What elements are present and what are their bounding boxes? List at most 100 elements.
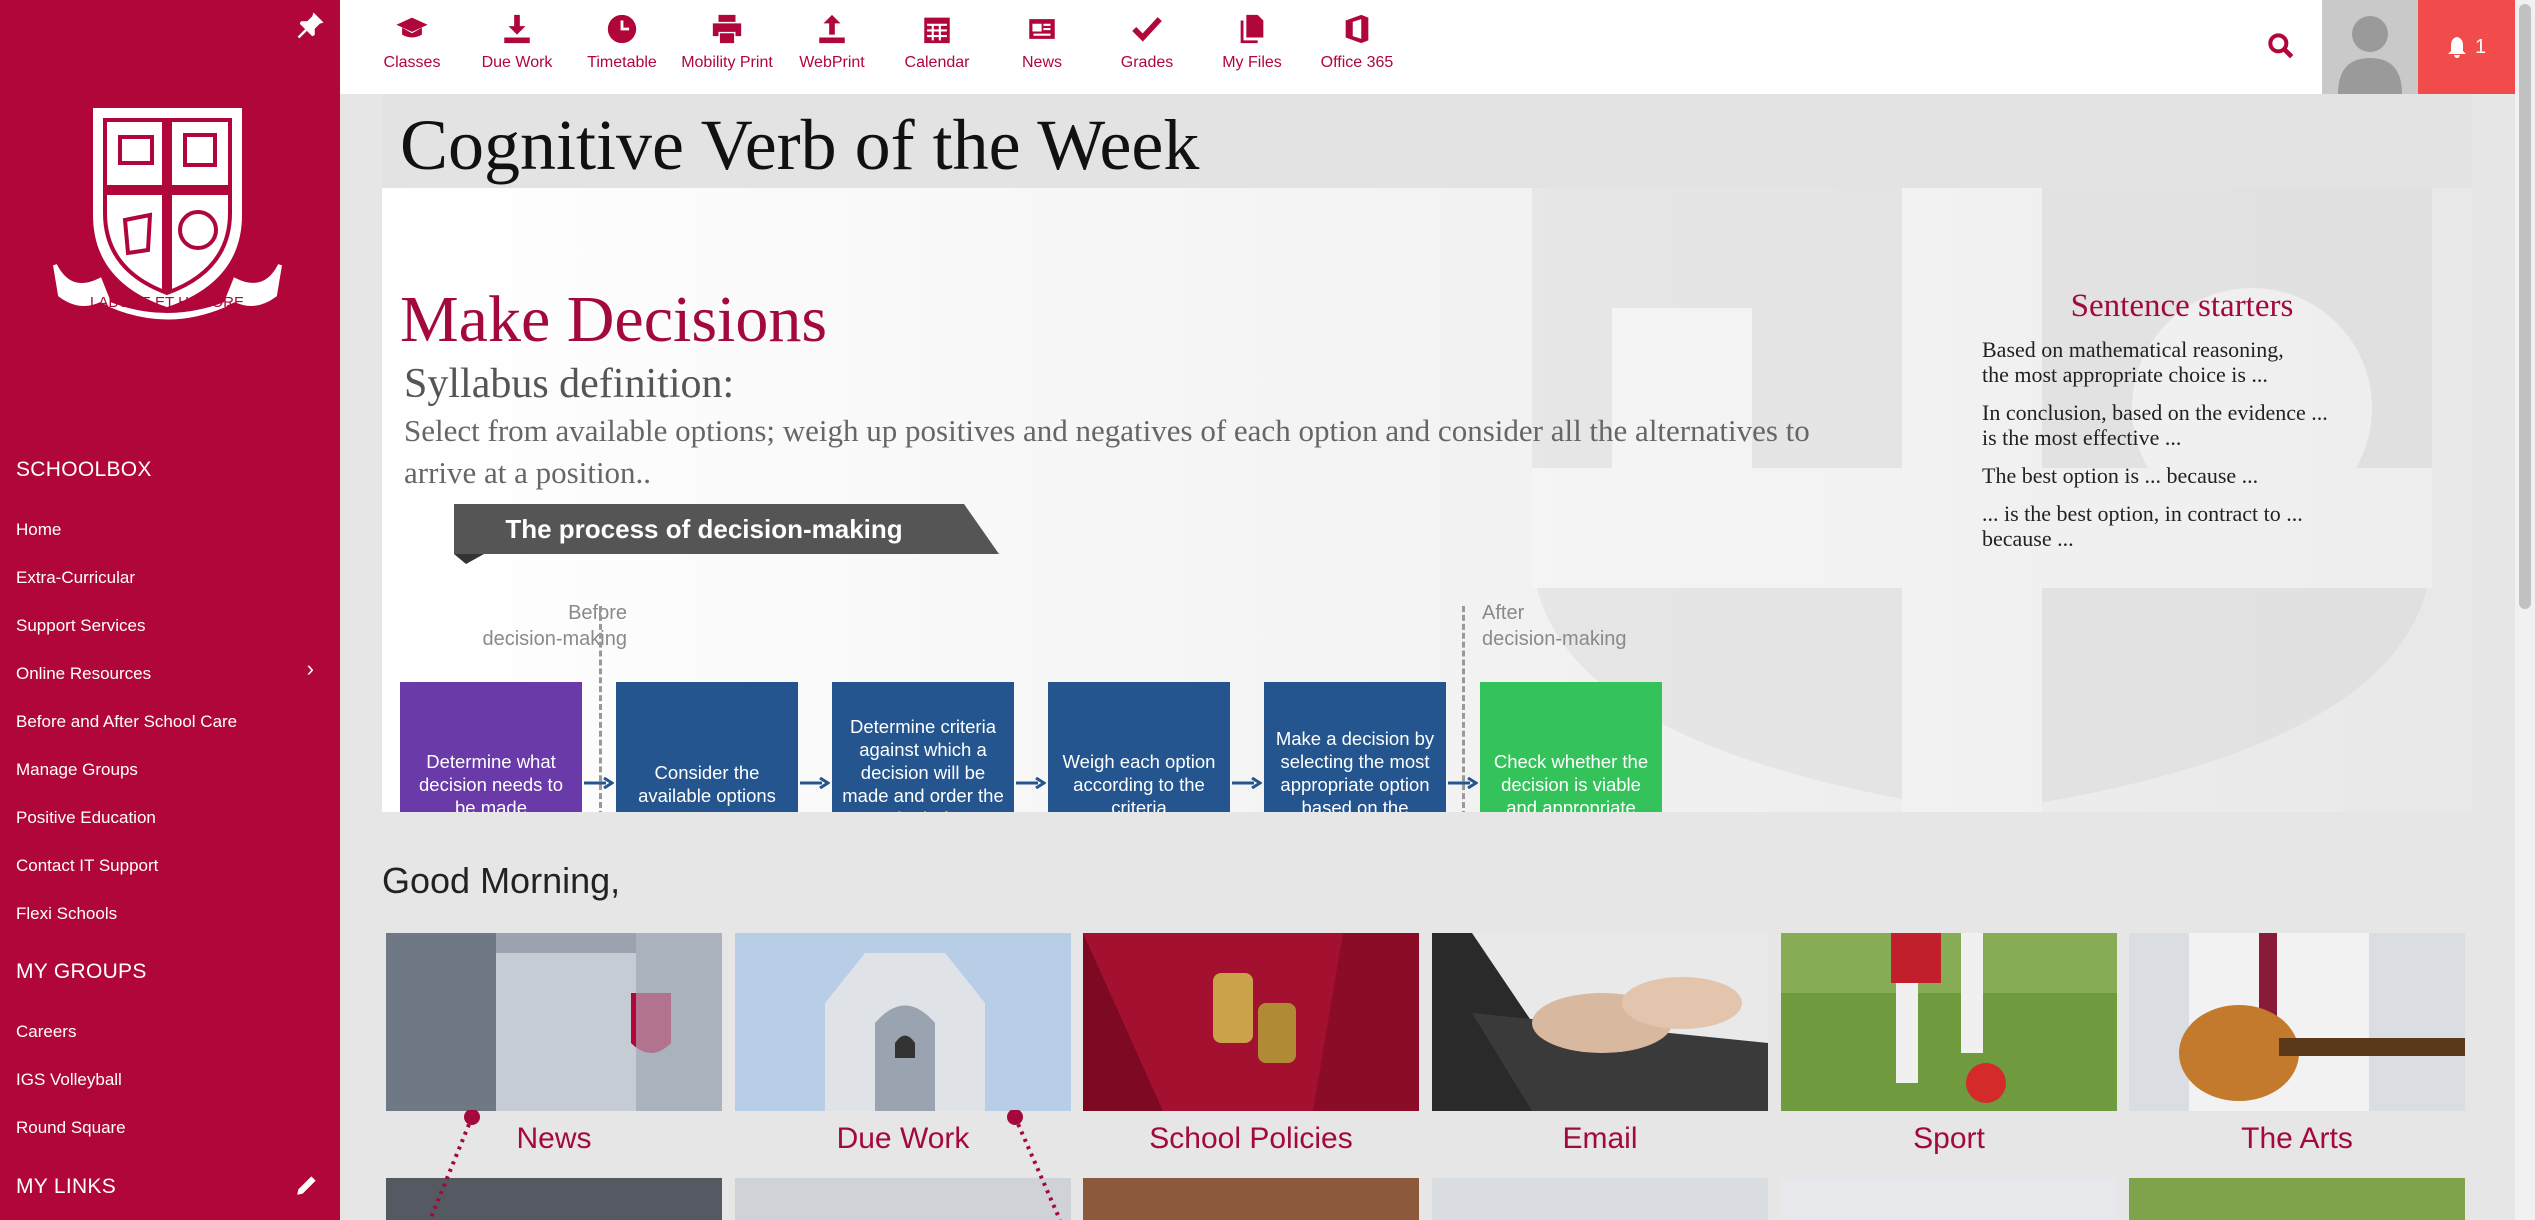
pin-icon[interactable] [296,10,326,40]
nav-label: Classes [383,54,441,71]
sidebar-item-flexi-schools[interactable]: Flexi Schools [16,904,117,924]
nav-label: Grades [1120,54,1174,71]
arrow-right-icon [1448,777,1478,789]
process-step: Check whether the decision is viable and… [1480,682,1662,812]
calendar-icon [924,17,950,44]
arrow-right-icon [1016,777,1046,789]
arrow-right-icon [800,777,830,789]
tile-email[interactable]: Email [1432,933,1768,1163]
nav-label: Due Work [481,54,553,71]
arrow-right-icon [584,777,614,789]
sidebar: LABORE ET HONORE SCHOOLBOX Home Extra-Cu… [0,0,340,1220]
arrow-right-icon [1232,777,1262,789]
decorative-dotted-lines [428,1110,1062,1220]
download-icon [504,14,530,44]
nav-news[interactable]: News [992,12,1092,72]
nav-label: Timetable [587,54,657,71]
syllabus-heading: Syllabus definition: [404,361,735,407]
process-step: Make a decision by selecting the most ap… [1264,682,1446,812]
logo-motto: LABORE ET HONORE [90,294,244,311]
process-step: Determine criteria against which a decis… [832,682,1014,812]
nav-label: WebPrint [799,54,865,71]
tile-school-policies[interactable]: School Policies [1083,933,1419,1163]
sidebar-item-before-after-school-care[interactable]: Before and After School Care [16,712,237,732]
pencil-icon[interactable] [294,1172,320,1198]
sidebar-item-home[interactable]: Home [16,520,61,540]
upload-icon [819,14,845,44]
chevron-right-icon[interactable]: › [307,656,314,682]
tile-row2-6[interactable] [2129,1178,2465,1220]
nav-label: Mobility Print [681,54,773,71]
school-crest-logo[interactable]: LABORE ET HONORE [50,105,285,325]
sentence-starter: Based on mathematical reasoning, the most… [1982,337,2284,387]
sidebar-item-positive-education[interactable]: Positive Education [16,808,156,828]
sidebar-item-manage-groups[interactable]: Manage Groups [16,760,138,780]
search-icon[interactable] [2265,30,2297,62]
sidebar-section-my-groups: MY GROUPS [16,960,147,983]
sidebar-item-online-resources[interactable]: Online Resources [16,664,151,684]
office-icon [1345,14,1369,44]
process-title: The process of decision-making [505,514,903,544]
sidebar-item-extra-curricular[interactable]: Extra-Curricular [16,568,135,588]
email-tile-image [1432,933,1768,1111]
scrollbar-thumb[interactable] [2519,4,2531,609]
sentence-starter: The best option is ... because ... [1982,463,2259,488]
banner-title: Cognitive Verb of the Week [400,105,1200,185]
cognitive-verb: Make Decisions [400,283,828,356]
sentence-starter: In conclusion, based on the evidence ...… [1982,400,2328,450]
nav-classes[interactable]: Classes [362,12,462,72]
nav-due-work[interactable]: Due Work [467,12,567,72]
sport-tile-image [1781,933,2117,1111]
avatar[interactable] [2322,0,2418,94]
process-title-tab: The process of decision-making [454,504,1014,564]
tile-label: School Policies [1149,1122,1353,1155]
sidebar-item-contact-it-support[interactable]: Contact IT Support [16,856,158,876]
process-step: Consider the available options [616,682,798,812]
nav-my-files[interactable]: My Files [1202,12,1302,72]
sidebar-item-igs-volleyball[interactable]: IGS Volleyball [16,1070,122,1090]
process-step: Weigh each option according to the crite… [1048,682,1230,812]
tile-row2-3[interactable] [1083,1178,1419,1220]
sentence-starters: Sentence starters Based on mathematical … [1982,288,2382,564]
the-arts-tile-image [2129,933,2465,1111]
newspaper-icon [1029,19,1055,39]
notifications-button[interactable]: 1 [2418,0,2515,94]
sentence-starters-title: Sentence starters [2070,288,2294,324]
graduation-cap-icon [396,17,428,38]
page-scrollbar[interactable] [2515,0,2535,1220]
due-work-tile-image [735,933,1071,1111]
sidebar-item-careers[interactable]: Careers [16,1022,76,1042]
nav-label: News [1021,54,1062,71]
sentence-starter: ... is the best option, in contract to .… [1982,501,2303,551]
sidebar-item-round-square[interactable]: Round Square [16,1118,126,1138]
nav-mobility-print[interactable]: Mobility Print [677,12,777,72]
nav-timetable[interactable]: Timetable [572,12,672,72]
tile-label: The Arts [2241,1122,2353,1155]
banner-body: Make Decisions Syllabus definition: Sele… [382,188,2472,812]
nav-grades[interactable]: Grades [1097,12,1197,72]
tile-the-arts[interactable]: The Arts [2129,933,2465,1163]
before-label: Before decision-making [482,602,627,650]
printer-icon [712,14,742,44]
nav-office-365[interactable]: Office 365 [1307,12,1407,72]
sidebar-item-support-services[interactable]: Support Services [16,616,145,636]
top-nav-bar: Classes Due Work Timetable Mobility Prin… [340,0,2515,94]
nav-label: Office 365 [1320,54,1394,71]
bell-icon [2447,37,2466,58]
nav-webprint[interactable]: WebPrint [782,12,882,72]
tile-sport[interactable]: Sport [1781,933,2117,1163]
files-icon [1240,14,1264,44]
user-silhouette-icon [2338,16,2402,94]
syllabus-definition: Select from available options; weigh up … [404,413,1810,490]
cognitive-verb-banner[interactable]: Cognitive Verb of the Week Make Decision… [382,94,2472,812]
nav-calendar[interactable]: Calendar [887,12,987,72]
greeting: Good Morning, [382,860,621,901]
after-label: After decision-making [1482,602,1627,650]
tile-label: Email [1562,1122,1638,1155]
process-step: Determine what decision needs to be made [400,682,582,812]
clock-icon [607,14,637,44]
tile-row2-4[interactable] [1432,1178,1768,1220]
tile-label: Sport [1913,1122,1985,1155]
tile-row2-5[interactable] [1781,1178,2117,1220]
notification-count: 1 [2474,35,2487,58]
